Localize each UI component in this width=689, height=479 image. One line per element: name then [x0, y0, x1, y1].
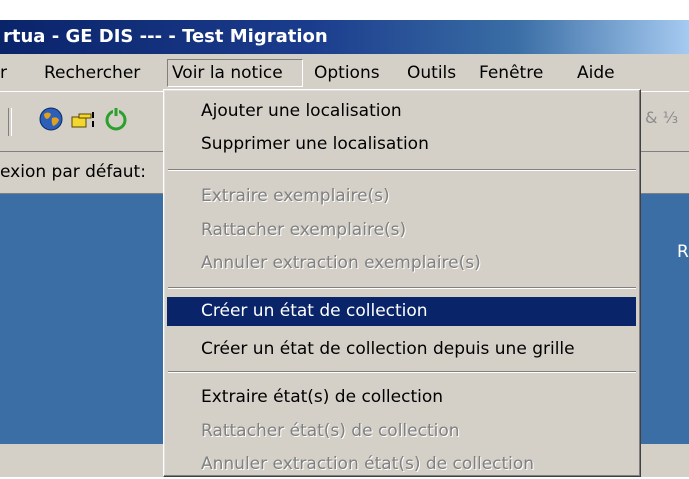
menu-aide[interactable]: Aide — [573, 59, 619, 87]
menu-supprimer-localisation[interactable]: Supprimer une localisation — [167, 130, 636, 159]
menu-rattacher-exemplaires[interactable]: Rattacher exemplaire(s) — [167, 216, 636, 245]
window-title: rtua - GE DIS --- - Test Migration — [3, 26, 328, 47]
menu-extraire-etats-collection[interactable]: Extraire état(s) de collection — [167, 383, 636, 412]
workspace-right-panel: R — [640, 194, 689, 444]
refresh-icon[interactable] — [103, 106, 129, 132]
menu-item-partial[interactable]: r — [0, 59, 11, 87]
menu-outils[interactable]: Outils — [403, 59, 460, 87]
menu-annuler-extraction-etats-collection[interactable]: Annuler extraction état(s) de collection — [167, 450, 636, 479]
menu-separator — [168, 287, 636, 289]
toolbar-right-glyphs[interactable]: & ⅓ — [645, 108, 678, 127]
toolbar-separator — [8, 108, 12, 136]
menu-creer-etat-collection[interactable]: Créer un état de collection — [167, 297, 636, 326]
connection-label: exion par défaut: — [0, 162, 146, 182]
menu-extraire-exemplaires[interactable]: Extraire exemplaire(s) — [167, 182, 636, 211]
menu-bar: r Rechercher Voir la notice Options Outi… — [0, 54, 689, 92]
menu-annuler-extraction-exemplaires[interactable]: Annuler extraction exemplaire(s) — [167, 249, 636, 278]
menu-rechercher[interactable]: Rechercher — [40, 59, 144, 87]
menu-separator — [168, 371, 636, 373]
menu-rattacher-etats-collection[interactable]: Rattacher état(s) de collection — [167, 417, 636, 446]
menu-ajouter-localisation[interactable]: Ajouter une localisation — [167, 97, 636, 126]
menu-fenetre[interactable]: Fenêtre — [475, 59, 547, 87]
right-panel-text: R — [677, 242, 689, 262]
voir-la-notice-dropdown: Ajouter une localisation Supprimer une l… — [163, 89, 641, 477]
menu-options[interactable]: Options — [310, 59, 384, 87]
menu-voir-la-notice[interactable]: Voir la notice — [167, 59, 303, 87]
menu-creer-etat-collection-grille[interactable]: Créer un état de collection depuis une g… — [167, 335, 636, 364]
workspace-left-panel — [0, 194, 166, 444]
pointing-hand-icon[interactable] — [70, 106, 96, 132]
globe-icon[interactable] — [38, 106, 64, 132]
window-title-bar[interactable]: rtua - GE DIS --- - Test Migration — [0, 20, 689, 54]
menu-separator — [168, 169, 636, 171]
